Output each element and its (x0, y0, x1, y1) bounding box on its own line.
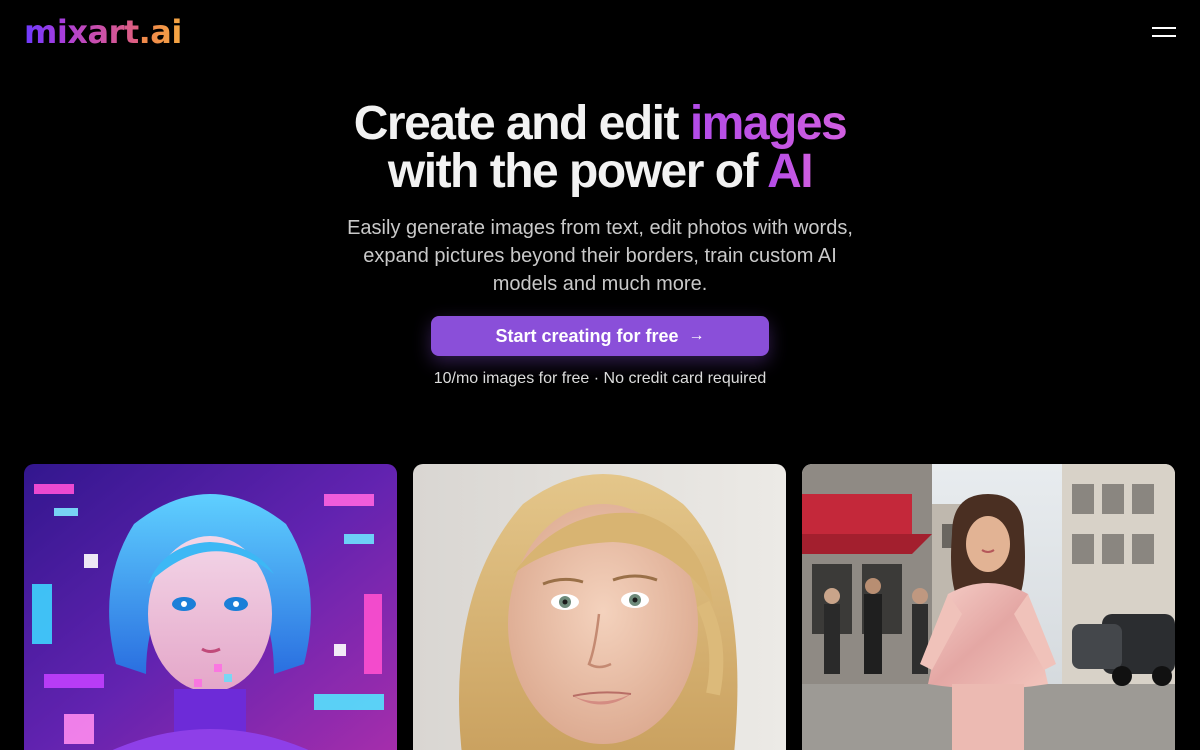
gallery-image-blonde-portrait[interactable] (413, 464, 786, 750)
arrow-right-icon: → (688, 327, 705, 344)
free-tier-note: 10/mo images for free · No credit card r… (433, 370, 767, 387)
anime-glitch-portrait-image (24, 464, 397, 750)
menu-line-bottom (1152, 35, 1176, 37)
logo-art: art (87, 13, 139, 51)
street-fashion-woman-image (802, 464, 1175, 750)
hero-headline: Create and edit images with the power of… (0, 100, 1200, 196)
headline-text-1: Create and edit (353, 97, 690, 150)
hamburger-menu-icon[interactable] (1152, 22, 1176, 42)
example-gallery (24, 464, 1176, 750)
hero-section: Create and edit images with the power of… (0, 100, 1200, 298)
headline-accent-images: images (689, 97, 848, 150)
headline-text-2: with the power of (387, 145, 768, 198)
gallery-image-anime-glitch[interactable] (24, 464, 397, 750)
menu-line-top (1152, 27, 1176, 29)
cta-label: Start creating for free (495, 325, 679, 346)
logo-ai: ai (150, 13, 182, 51)
blonde-woman-portrait-image (413, 464, 786, 750)
headline-accent-ai: AI (767, 145, 814, 198)
site-header: mixart.ai (0, 0, 1200, 70)
mixart-logo[interactable]: mixart.ai (24, 12, 182, 52)
logo-dot: . (138, 13, 151, 51)
hero-subtitle: Easily generate images from text, edit p… (347, 217, 853, 295)
start-creating-button[interactable]: Start creating for free → (431, 316, 769, 356)
logo-mix: mix (24, 13, 88, 51)
gallery-image-street-fashion[interactable] (802, 464, 1175, 750)
